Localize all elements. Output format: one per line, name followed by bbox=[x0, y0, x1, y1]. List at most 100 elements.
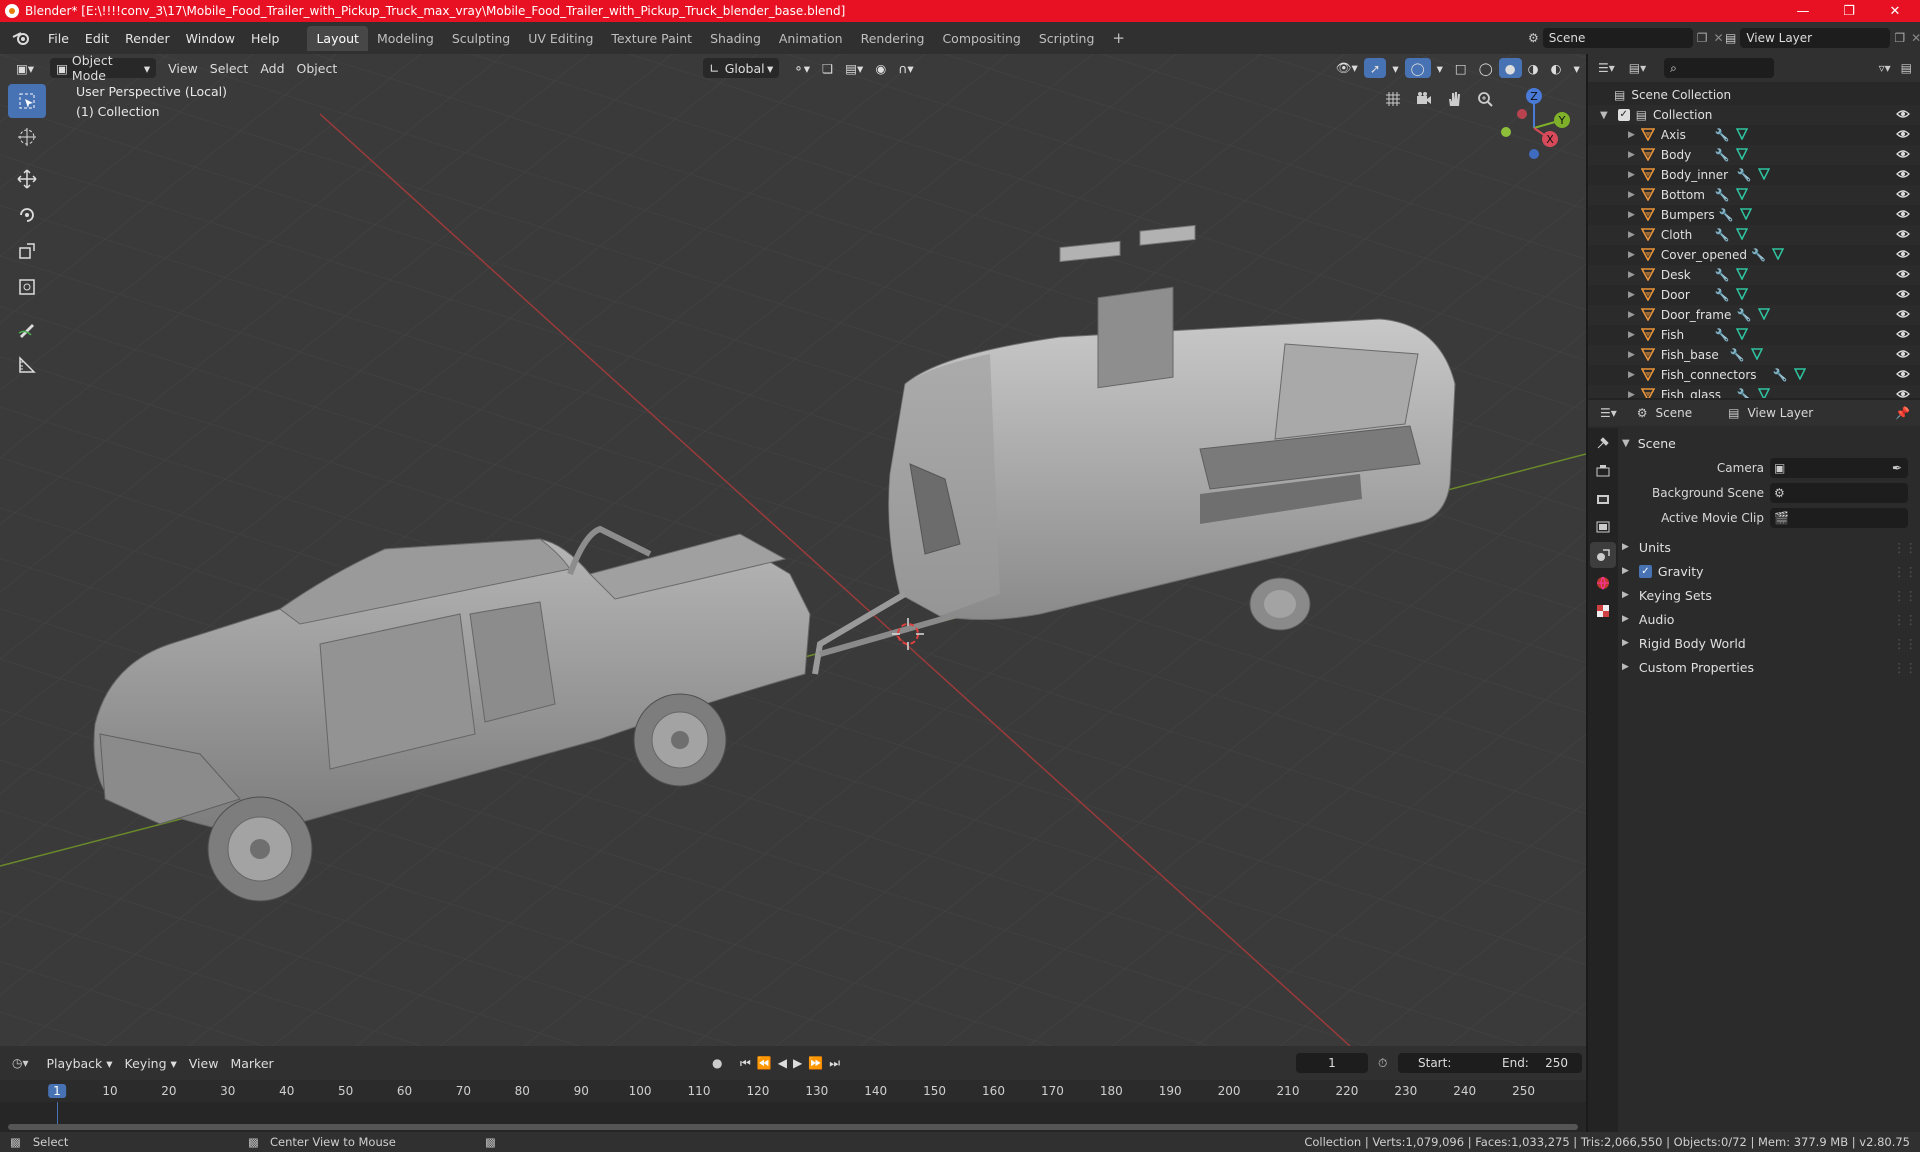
end-frame-field[interactable]: End: 250 bbox=[1486, 1053, 1582, 1073]
eyedropper-icon[interactable]: ✒ bbox=[1892, 461, 1902, 475]
outliner-item-door-frame[interactable]: ▶ Door_frame 🔧 bbox=[1588, 305, 1920, 325]
overlay-dropdown-icon[interactable]: ▾ bbox=[1431, 58, 1449, 78]
annotate-tool-icon[interactable] bbox=[8, 312, 46, 346]
expand-arrow-icon[interactable]: ▶ bbox=[1628, 250, 1635, 260]
mesh-data-icon[interactable] bbox=[1772, 247, 1785, 263]
outliner-collection[interactable]: ▼ ✓ ▤ Collection bbox=[1588, 105, 1920, 125]
eye-icon[interactable] bbox=[1896, 248, 1910, 263]
properties-editor-icon[interactable]: ☰▾ bbox=[1600, 406, 1617, 420]
scale-tool-icon[interactable] bbox=[8, 234, 46, 268]
outliner-item-fish[interactable]: ▶ Fish 🔧 bbox=[1588, 325, 1920, 345]
eye-icon[interactable] bbox=[1896, 188, 1910, 203]
eye-icon[interactable] bbox=[1896, 228, 1910, 243]
restore-icon[interactable]: ❐ bbox=[1826, 0, 1872, 22]
modifier-wrench-icon[interactable]: 🔧 bbox=[1751, 248, 1766, 262]
expand-arrow-icon[interactable]: ▶ bbox=[1628, 170, 1635, 180]
outliner-item-fish-glass[interactable]: ▶ Fish_glass 🔧 bbox=[1588, 385, 1920, 398]
gravity-checkbox[interactable]: ✓ bbox=[1638, 564, 1652, 578]
3d-viewport[interactable] bbox=[0, 54, 1586, 1046]
wireframe-shading-icon[interactable]: ◯ bbox=[1473, 58, 1499, 78]
outliner-item-cover-opened[interactable]: ▶ Cover_opened 🔧 bbox=[1588, 245, 1920, 265]
remove-view-layer-icon[interactable]: ✕ bbox=[1911, 31, 1920, 45]
rotate-tool-icon[interactable] bbox=[8, 198, 46, 232]
modifier-wrench-icon[interactable]: 🔧 bbox=[1715, 288, 1730, 302]
scene-name-field[interactable]: Scene bbox=[1542, 28, 1693, 48]
remove-scene-icon[interactable]: ✕ bbox=[1714, 31, 1724, 45]
timeline-menu-playback[interactable]: Playback ▾ bbox=[41, 1053, 119, 1073]
xray-icon[interactable]: □ bbox=[1449, 58, 1473, 78]
texture-properties-icon[interactable] bbox=[1590, 598, 1616, 624]
transform-tool-icon[interactable] bbox=[8, 270, 46, 304]
timeline-ruler[interactable]: 1 10 20 30 40 50 60 70 80 90 100 110 120 130 140 150 160… bbox=[0, 1080, 1586, 1102]
eye-icon[interactable] bbox=[1896, 368, 1910, 383]
mesh-data-icon[interactable] bbox=[1750, 347, 1763, 363]
display-mode-icon[interactable]: ▤▾ bbox=[1629, 61, 1646, 75]
eye-icon[interactable] bbox=[1896, 388, 1910, 398]
eye-icon[interactable] bbox=[1896, 108, 1910, 123]
outliner-item-desk[interactable]: ▶ Desk 🔧 bbox=[1588, 265, 1920, 285]
mesh-data-icon[interactable] bbox=[1735, 147, 1749, 163]
material-shading-icon[interactable]: ◑ bbox=[1522, 58, 1545, 78]
menu-window[interactable]: Window bbox=[178, 31, 243, 46]
active-movie-clip-field[interactable]: 🎬 bbox=[1770, 508, 1908, 528]
gizmo-dropdown-icon[interactable]: ▾ bbox=[1386, 58, 1404, 78]
modifier-wrench-icon[interactable]: 🔧 bbox=[1715, 228, 1730, 242]
outliner-item-axis[interactable]: ▶ Axis 🔧 bbox=[1588, 125, 1920, 145]
expand-arrow-icon[interactable]: ▼ bbox=[1600, 110, 1608, 121]
camera-view-icon[interactable] bbox=[1411, 86, 1437, 112]
falloff-icon[interactable]: ∩▾ bbox=[892, 58, 919, 78]
expand-arrow-icon[interactable]: ▶ bbox=[1628, 390, 1635, 398]
cursor-tool-icon[interactable] bbox=[8, 120, 46, 154]
workspace-tab-animation[interactable]: Animation bbox=[770, 26, 852, 51]
collection-checkbox[interactable]: ✓ bbox=[1617, 109, 1630, 121]
expand-arrow-icon[interactable]: ▶ bbox=[1628, 370, 1635, 380]
play-icon[interactable]: ▶ bbox=[793, 1056, 808, 1070]
camera-field[interactable]: ▣ ✒ bbox=[1770, 458, 1908, 478]
proportional-edit-icon[interactable]: ◉ bbox=[869, 58, 892, 78]
timeline-scrollbar[interactable] bbox=[8, 1124, 1578, 1130]
record-icon[interactable]: ● bbox=[712, 1056, 722, 1070]
viewport-menu-object[interactable]: Object bbox=[291, 58, 344, 78]
world-properties-icon[interactable] bbox=[1590, 570, 1616, 596]
current-frame-field[interactable]: 1 bbox=[1296, 1053, 1368, 1073]
eye-icon[interactable] bbox=[1896, 328, 1910, 343]
pivot-point-icon[interactable]: ⚬▾ bbox=[787, 58, 816, 78]
expand-arrow-icon[interactable]: ▶ bbox=[1628, 270, 1635, 280]
drag-handle-icon[interactable]: ⋮⋮ bbox=[1893, 636, 1917, 651]
rendered-shading-icon[interactable]: ◐ bbox=[1545, 58, 1568, 78]
expand-arrow-icon[interactable]: ▶ bbox=[1628, 210, 1635, 220]
timeline-menu-view[interactable]: View bbox=[183, 1053, 225, 1073]
scene-tab-label[interactable]: Scene bbox=[1656, 406, 1693, 420]
workspace-tab-rendering[interactable]: Rendering bbox=[852, 26, 934, 51]
workspace-tab-uv-editing[interactable]: UV Editing bbox=[519, 26, 602, 51]
modifier-wrench-icon[interactable]: 🔧 bbox=[1737, 168, 1752, 182]
panel-rigid-body-world[interactable]: ▶ Rigid Body World ⋮⋮ bbox=[1622, 632, 1917, 654]
modifier-wrench-icon[interactable]: 🔧 bbox=[1737, 388, 1752, 398]
scene-section-header[interactable]: ▼ Scene bbox=[1622, 432, 1916, 454]
modifier-wrench-icon[interactable]: 🔧 bbox=[1737, 308, 1752, 322]
new-collection-icon[interactable]: ▤ bbox=[1901, 61, 1912, 75]
drag-handle-icon[interactable]: ⋮⋮ bbox=[1893, 612, 1917, 627]
outliner-item-body-inner[interactable]: ▶ Body_inner 🔧 bbox=[1588, 165, 1920, 185]
next-keyframe-icon[interactable]: ⏩ bbox=[808, 1056, 829, 1070]
move-tool-icon[interactable] bbox=[8, 162, 46, 196]
menu-help[interactable]: Help bbox=[243, 31, 288, 46]
shading-dropdown-icon[interactable]: ▾ bbox=[1567, 58, 1585, 78]
modifier-wrench-icon[interactable]: 🔧 bbox=[1715, 128, 1730, 142]
drag-handle-icon[interactable]: ⋮⋮ bbox=[1893, 660, 1917, 675]
workspace-tab-scripting[interactable]: Scripting bbox=[1030, 26, 1104, 51]
measure-tool-icon[interactable] bbox=[8, 348, 46, 382]
outliner-item-body[interactable]: ▶ Body 🔧 bbox=[1588, 145, 1920, 165]
drag-handle-icon[interactable]: ⋮⋮ bbox=[1893, 540, 1917, 555]
viewport-menu-view[interactable]: View bbox=[162, 58, 204, 78]
prev-keyframe-icon[interactable]: ⏪ bbox=[757, 1056, 778, 1070]
mesh-data-icon[interactable] bbox=[1793, 367, 1807, 383]
object-mode-dropdown[interactable]: ▣ Object Mode ▾ bbox=[50, 53, 157, 83]
workspace-tab-layout[interactable]: Layout bbox=[307, 25, 368, 51]
outliner-item-door[interactable]: ▶ Door 🔧 bbox=[1588, 285, 1920, 305]
jump-start-icon[interactable]: ⏮ bbox=[740, 1056, 757, 1070]
eye-icon[interactable] bbox=[1896, 168, 1910, 183]
gizmo-toggle-icon[interactable]: ➚ bbox=[1363, 58, 1387, 78]
drag-handle-icon[interactable]: ⋮⋮ bbox=[1893, 564, 1917, 579]
expand-arrow-icon[interactable]: ▶ bbox=[1628, 190, 1635, 200]
